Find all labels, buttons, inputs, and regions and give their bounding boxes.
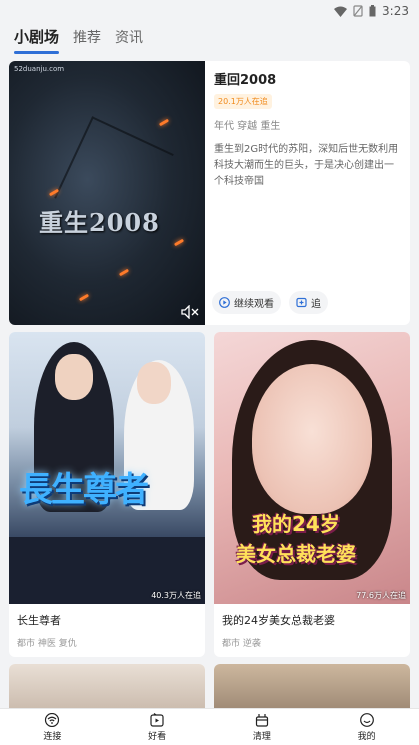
battery-icon xyxy=(369,5,376,17)
poster-spark xyxy=(118,268,130,277)
poster-spark xyxy=(158,118,170,127)
drama-info: 长生尊者 都市 神医 复仇 xyxy=(9,604,205,657)
poster-title-line1: 我的24岁 xyxy=(252,512,340,536)
nav-connect[interactable]: 连接 xyxy=(0,709,105,745)
wifi-signal-icon xyxy=(334,6,348,17)
featured-title: 重回2008 xyxy=(214,73,277,88)
drama-title: 我的24岁美女总裁老婆 xyxy=(222,614,335,627)
bottom-navigation: 连接 好看 清理 我的 xyxy=(0,708,419,745)
drama-card[interactable] xyxy=(9,664,205,714)
poster-title-text: 長生尊者 xyxy=(19,470,149,510)
poster-spark xyxy=(78,293,90,302)
featured-tags: 年代 穿越 重生 xyxy=(214,121,281,132)
tab-recommend[interactable]: 推荐 xyxy=(73,27,101,47)
continue-watching-button[interactable]: 继续观看 xyxy=(212,291,281,314)
nav-clean-label: 清理 xyxy=(252,731,271,742)
drama-tags: 都市 逆袭 xyxy=(222,639,261,649)
views-count: 77.6万人在追 xyxy=(356,591,406,600)
poster-face xyxy=(55,354,93,400)
continue-watching-label: 继续观看 xyxy=(234,299,274,310)
poster-face xyxy=(137,362,171,404)
add-follow-icon xyxy=(296,297,307,308)
drama-poster[interactable]: 我的24岁 美女总裁老婆 77.6万人在追 xyxy=(214,332,410,604)
featured-description: 重生到2G时代的苏阳，深知后世无数利用科技大潮而生的巨头，于是决心创建出一个科技… xyxy=(214,144,399,187)
smile-icon xyxy=(359,712,374,727)
featured-info: 重回2008 20.1万人在追 年代 穿越 重生 重生到2G时代的苏阳，深知后世… xyxy=(205,61,410,325)
poster-title-text: 重生2008 xyxy=(39,208,160,237)
play-circle-icon xyxy=(219,297,230,308)
status-time: 3:23 xyxy=(382,4,409,18)
drama-card[interactable]: 我的24岁 美女总裁老婆 77.6万人在追 我的24岁美女总裁老婆 都市 逆袭 xyxy=(214,332,410,657)
views-count: 40.3万人在追 xyxy=(151,591,201,600)
poster-spark xyxy=(173,238,185,247)
poster-face xyxy=(252,364,372,514)
poster-title-line2: 美女总裁老婆 xyxy=(236,542,356,566)
featured-drama-card[interactable]: 52duanju.com 重生2008 重回2008 20.1万人在追 年代 穿… xyxy=(9,61,410,325)
mute-icon[interactable] xyxy=(181,305,199,319)
top-tabs: 小剧场 推荐 资讯 xyxy=(14,26,143,54)
featured-poster[interactable]: 52duanju.com 重生2008 xyxy=(9,61,205,325)
status-bar: 3:23 xyxy=(0,0,419,22)
drama-poster[interactable] xyxy=(9,664,205,714)
featured-actions: 继续观看 追 xyxy=(212,291,328,314)
follower-badge: 20.1万人在追 xyxy=(214,94,272,109)
nav-connect-label: 连接 xyxy=(43,731,62,742)
wifi-icon xyxy=(45,712,60,727)
poster-watermark: 52duanju.com xyxy=(14,65,65,73)
nav-clean[interactable]: 清理 xyxy=(210,709,315,745)
drama-title: 长生尊者 xyxy=(17,614,61,627)
tab-news[interactable]: 资讯 xyxy=(115,27,143,47)
drama-card[interactable]: 長生尊者 40.3万人在追 长生尊者 都市 神医 复仇 xyxy=(9,332,205,657)
drama-tags: 都市 神医 复仇 xyxy=(17,639,77,649)
nav-watch[interactable]: 好看 xyxy=(105,709,210,745)
drama-card[interactable] xyxy=(214,664,410,714)
drama-info: 我的24岁美女总裁老婆 都市 逆袭 xyxy=(214,604,410,657)
no-sim-icon xyxy=(353,5,363,17)
clean-icon xyxy=(255,713,268,727)
nav-watch-label: 好看 xyxy=(148,731,167,742)
video-icon xyxy=(150,712,164,727)
follow-label: 追 xyxy=(311,299,321,310)
nav-mine[interactable]: 我的 xyxy=(314,709,419,745)
tab-mini-theater[interactable]: 小剧场 xyxy=(14,26,60,54)
follow-button[interactable]: 追 xyxy=(289,291,328,314)
drama-poster[interactable]: 長生尊者 40.3万人在追 xyxy=(9,332,205,604)
drama-poster[interactable] xyxy=(214,664,410,714)
nav-mine-label: 我的 xyxy=(357,731,376,742)
